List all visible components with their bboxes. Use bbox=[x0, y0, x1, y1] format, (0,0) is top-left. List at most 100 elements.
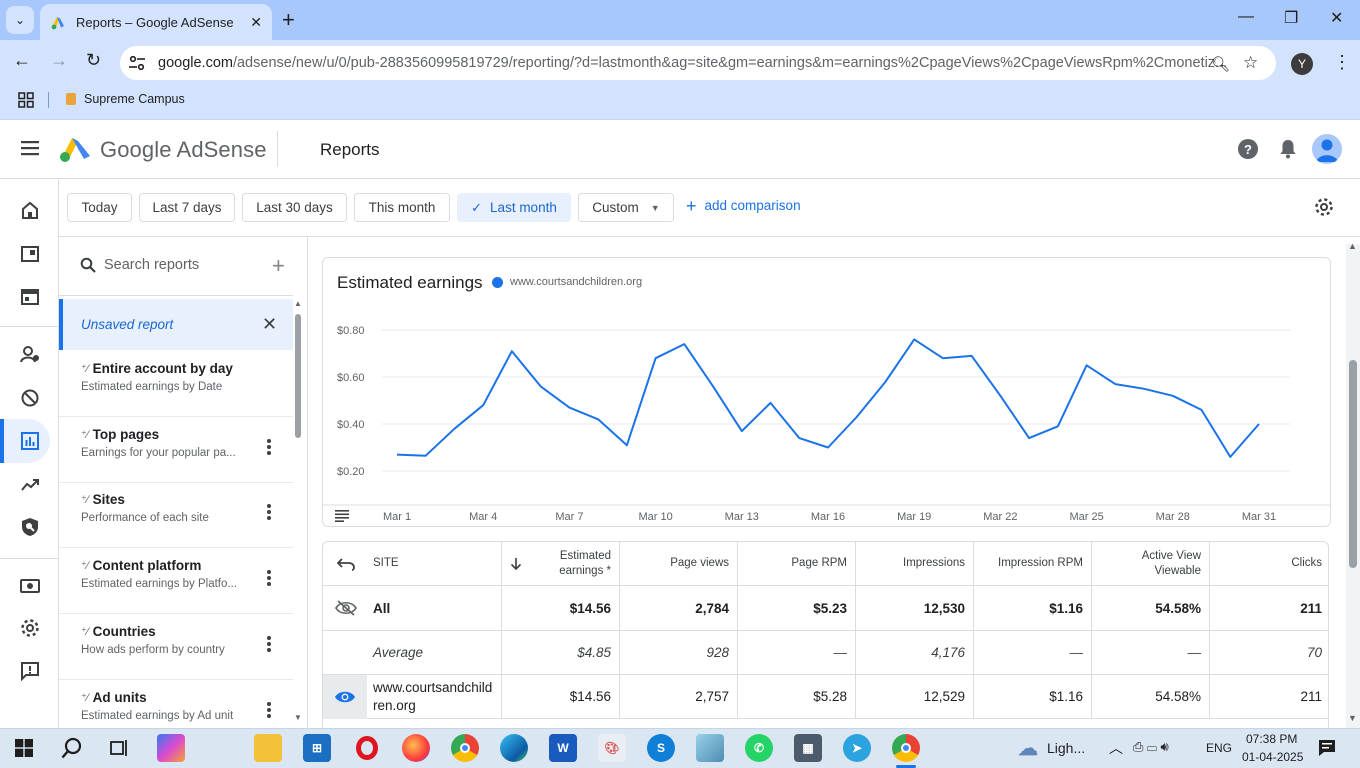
paint-icon[interactable]: 🎨︎ bbox=[598, 734, 626, 762]
more-options-icon[interactable] bbox=[262, 568, 276, 588]
data-point[interactable] bbox=[1109, 378, 1121, 390]
language-indicator[interactable]: ENG bbox=[1206, 741, 1232, 755]
data-point[interactable] bbox=[994, 390, 1006, 402]
chip-last-month[interactable]: ✓ Last month bbox=[457, 193, 571, 222]
panel-scroll-up-icon[interactable]: ▲ bbox=[294, 299, 302, 308]
minimize-button[interactable]: — bbox=[1238, 8, 1254, 26]
data-point[interactable] bbox=[765, 397, 777, 409]
data-point[interactable] bbox=[678, 338, 690, 350]
browser-tab[interactable]: Reports – Google AdSense ✕ bbox=[40, 4, 272, 40]
bookmark-supreme-campus[interactable]: Supreme Campus bbox=[66, 92, 185, 106]
more-options-icon[interactable] bbox=[262, 634, 276, 654]
data-point[interactable] bbox=[1253, 418, 1265, 430]
chip-today[interactable]: Today bbox=[67, 193, 132, 222]
data-point[interactable] bbox=[592, 413, 604, 425]
close-icon[interactable]: ✕ bbox=[262, 315, 277, 333]
address-bar[interactable]: google.com/adsense/new/u/0/pub-288356099… bbox=[120, 46, 1276, 80]
skype-icon[interactable]: S bbox=[647, 734, 675, 762]
report-item[interactable]: ⁺∕ Content platform Estimated earnings by… bbox=[59, 548, 293, 614]
bookmark-star-icon[interactable]: ☆ bbox=[1243, 53, 1258, 73]
firefox-icon[interactable] bbox=[402, 734, 430, 762]
column-header-estimated-earnings[interactable]: Estimated earnings * bbox=[502, 542, 620, 585]
privacy-messaging-icon[interactable] bbox=[20, 344, 40, 364]
calculator-icon[interactable]: ▦ bbox=[794, 734, 822, 762]
panel-scroll-down-icon[interactable]: ▼ bbox=[294, 713, 302, 722]
data-point[interactable] bbox=[1023, 432, 1035, 444]
main-scroll-up-icon[interactable]: ▲ bbox=[1348, 241, 1357, 251]
column-header-impressions[interactable]: Impressions bbox=[856, 542, 974, 585]
main-menu-icon[interactable] bbox=[20, 140, 40, 156]
undo-icon[interactable] bbox=[337, 557, 355, 571]
column-header-page-views[interactable]: Page views bbox=[620, 542, 738, 585]
feedback-icon[interactable] bbox=[20, 661, 40, 681]
home-icon[interactable] bbox=[20, 200, 40, 220]
close-window-button[interactable]: ✕ bbox=[1330, 8, 1343, 28]
data-point[interactable] bbox=[822, 442, 834, 454]
telegram-icon[interactable]: ➤ bbox=[843, 734, 871, 762]
column-header-page-rpm[interactable]: Page RPM bbox=[738, 542, 856, 585]
taskbar-search-icon[interactable] bbox=[61, 737, 83, 759]
data-point[interactable] bbox=[966, 350, 978, 362]
main-scrollbar-thumb[interactable] bbox=[1349, 360, 1357, 568]
policy-center-icon[interactable] bbox=[20, 517, 40, 537]
weather-icon[interactable]: ☁︎ bbox=[1014, 734, 1042, 762]
tab-close-icon[interactable]: ✕ bbox=[250, 14, 262, 31]
chip-last-30-days[interactable]: Last 30 days bbox=[242, 193, 347, 222]
task-view-icon[interactable] bbox=[110, 739, 130, 757]
ads-icon[interactable] bbox=[20, 244, 40, 264]
chrome-profile-icon[interactable] bbox=[451, 734, 479, 762]
payments-icon[interactable] bbox=[20, 576, 40, 596]
browser-menu-icon[interactable]: ⋮ bbox=[1333, 52, 1351, 73]
visibility-toggle[interactable] bbox=[323, 675, 367, 719]
data-point[interactable] bbox=[563, 402, 575, 414]
settings-icon[interactable] bbox=[20, 618, 40, 638]
windows-start-icon[interactable] bbox=[15, 739, 33, 757]
account-avatar[interactable] bbox=[1312, 134, 1342, 164]
column-header-impression-rpm[interactable]: Impression RPM bbox=[974, 542, 1092, 585]
panel-scrollbar-thumb[interactable] bbox=[295, 314, 301, 438]
maximize-button[interactable]: ❐ bbox=[1284, 8, 1298, 28]
data-point[interactable] bbox=[477, 399, 489, 411]
data-point[interactable] bbox=[1167, 390, 1179, 402]
search-reports-input[interactable] bbox=[104, 255, 264, 275]
main-scroll-down-icon[interactable]: ▼ bbox=[1348, 713, 1357, 723]
more-options-icon[interactable] bbox=[262, 437, 276, 457]
chart-legend-toggle-icon[interactable] bbox=[335, 510, 349, 522]
blocking-controls-icon[interactable] bbox=[20, 388, 40, 408]
column-header-active-view-viewable[interactable]: Active View Viewable bbox=[1092, 542, 1210, 585]
data-point[interactable] bbox=[851, 411, 863, 423]
data-point[interactable] bbox=[535, 380, 547, 392]
zoom-icon[interactable]: 🔍︎ bbox=[1211, 55, 1230, 73]
reload-button[interactable]: ↻ bbox=[86, 50, 101, 71]
report-settings-gear-icon[interactable] bbox=[1314, 197, 1334, 217]
data-point[interactable] bbox=[621, 439, 633, 451]
microsoft-store-icon[interactable]: ⊞ bbox=[303, 734, 331, 762]
tray-icons[interactable]: ⎙ ▭ 🔊︎ bbox=[1133, 739, 1169, 755]
add-comparison-button[interactable]: + add comparison bbox=[686, 197, 801, 215]
chip-custom[interactable]: Custom ▼ bbox=[578, 193, 674, 222]
data-point[interactable] bbox=[391, 449, 403, 461]
file-explorer-icon[interactable] bbox=[254, 734, 282, 762]
site-name-link[interactable]: www.courtsandchildren.org bbox=[373, 679, 495, 715]
chip-last-7-days[interactable]: Last 7 days bbox=[139, 193, 235, 222]
more-options-icon[interactable] bbox=[262, 700, 276, 720]
profile-avatar[interactable]: Y bbox=[1291, 53, 1313, 75]
data-point[interactable] bbox=[736, 425, 748, 437]
sites-icon[interactable] bbox=[20, 287, 40, 307]
reports-icon[interactable] bbox=[20, 431, 40, 451]
word-icon[interactable]: W bbox=[549, 734, 577, 762]
apps-grid-icon[interactable] bbox=[18, 92, 34, 108]
data-point[interactable] bbox=[937, 352, 949, 364]
report-item[interactable]: ⁺∕ Sites Performance of each site bbox=[59, 482, 293, 548]
site-info-icon[interactable] bbox=[128, 55, 146, 71]
opera-icon[interactable] bbox=[353, 734, 381, 762]
optimization-trend-icon[interactable] bbox=[20, 475, 40, 495]
report-item[interactable]: ⁺∕ Countries How ads perform by country bbox=[59, 614, 293, 680]
column-header-clicks[interactable]: Clicks bbox=[1210, 542, 1328, 585]
tray-chevron-icon[interactable]: ︿ bbox=[1109, 738, 1123, 758]
data-point[interactable] bbox=[1081, 359, 1093, 371]
column-header-site[interactable]: SITE bbox=[323, 542, 502, 585]
back-button[interactable]: ← bbox=[13, 50, 31, 71]
whatsapp-icon[interactable]: ✆ bbox=[745, 734, 773, 762]
data-point[interactable] bbox=[1052, 420, 1064, 432]
